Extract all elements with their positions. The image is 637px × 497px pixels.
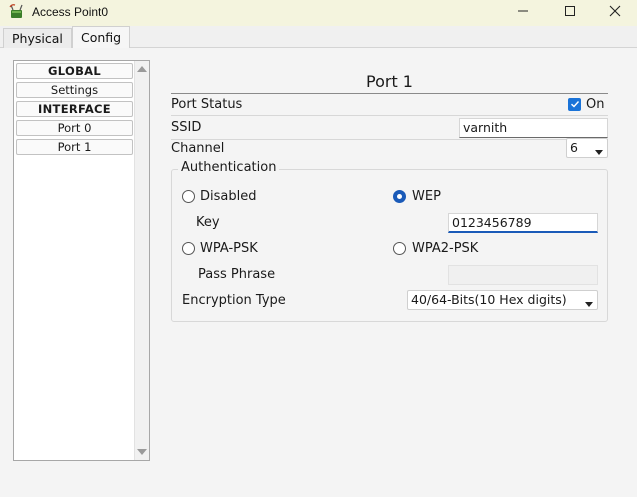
encryption-type-label: Encryption Type: [182, 293, 286, 308]
checkmark-icon: [570, 97, 580, 112]
chevron-down-icon: [585, 296, 593, 312]
sidebar-item-port-0[interactable]: Port 0: [16, 120, 133, 136]
radio-wpa-psk[interactable]: [182, 242, 195, 255]
close-icon: [609, 5, 621, 20]
radio-disabled-label: Disabled: [200, 189, 257, 204]
pass-phrase-label: Pass Phrase: [198, 267, 276, 282]
tab-physical[interactable]: Physical: [3, 28, 72, 49]
row-divider: [171, 115, 608, 116]
radio-disabled[interactable]: [182, 190, 195, 203]
port-status-on-label: On: [586, 97, 605, 112]
window-title: Access Point0: [32, 5, 109, 19]
access-point-app-icon: [8, 3, 26, 21]
sidebar-item-port-1[interactable]: Port 1: [16, 139, 133, 155]
close-button[interactable]: [592, 0, 637, 24]
port-status-label: Port Status: [171, 97, 243, 112]
channel-label: Channel: [171, 141, 225, 156]
radio-wep-label: WEP: [412, 189, 441, 204]
tab-bar: Physical Config: [0, 26, 637, 49]
scroll-down-icon[interactable]: [137, 449, 147, 455]
title-bar: Access Point0: [0, 0, 637, 26]
minimize-button[interactable]: [500, 0, 546, 24]
row-divider: [171, 139, 608, 140]
ssid-input[interactable]: varnith: [459, 118, 608, 138]
pass-phrase-input[interactable]: [448, 265, 598, 285]
title-divider: [171, 93, 608, 94]
chevron-down-icon: [595, 144, 603, 160]
minimize-icon: [517, 5, 529, 20]
radio-wpa-psk-label: WPA-PSK: [200, 241, 258, 256]
config-sidebar: GLOBAL Settings INTERFACE Port 0 Port 1: [13, 60, 150, 461]
page-title: Port 1: [366, 72, 413, 91]
ssid-label: SSID: [171, 120, 202, 135]
encryption-type-select[interactable]: 40/64-Bits(10 Hex digits): [407, 290, 598, 310]
key-input[interactable]: 0123456789: [448, 213, 598, 233]
authentication-legend: Authentication: [178, 160, 280, 175]
radio-wep[interactable]: [393, 190, 406, 203]
sidebar-item-interface[interactable]: INTERFACE: [16, 101, 133, 117]
key-label: Key: [196, 215, 220, 230]
channel-select[interactable]: 6: [566, 138, 608, 158]
scroll-up-icon[interactable]: [137, 66, 147, 72]
radio-wpa2-psk-label: WPA2-PSK: [412, 241, 479, 256]
maximize-button[interactable]: [547, 0, 593, 24]
sidebar-scrollbar[interactable]: [134, 61, 149, 460]
sidebar-item-settings[interactable]: Settings: [16, 82, 133, 98]
config-content: GLOBAL Settings INTERFACE Port 0 Port 1 …: [0, 48, 637, 497]
tab-config[interactable]: Config: [72, 26, 131, 49]
encryption-type-value: 40/64-Bits(10 Hex digits): [411, 292, 567, 307]
channel-value: 6: [570, 140, 578, 155]
maximize-icon: [564, 5, 576, 20]
port-status-checkbox[interactable]: [568, 98, 581, 111]
radio-wpa2-psk[interactable]: [393, 242, 406, 255]
sidebar-item-global[interactable]: GLOBAL: [16, 63, 133, 79]
